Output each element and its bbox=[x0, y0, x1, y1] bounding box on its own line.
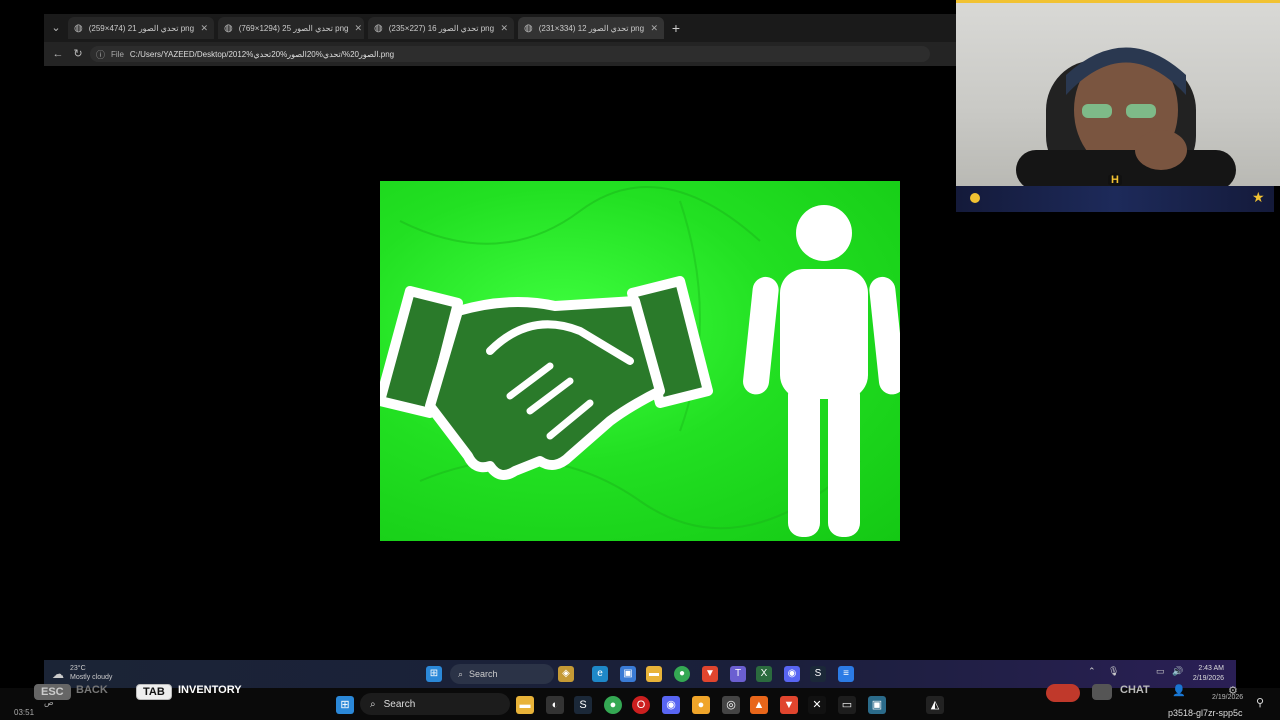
weather-widget[interactable]: ☁ 23°C Mostly cloudy bbox=[52, 664, 132, 684]
chat-label[interactable]: CHAT bbox=[1120, 684, 1150, 696]
close-icon[interactable]: ✕ bbox=[355, 23, 363, 34]
back-label[interactable]: BACK bbox=[76, 684, 108, 696]
store-icon[interactable]: ▣ bbox=[620, 666, 636, 682]
mic-icon[interactable]: 🎙 bbox=[1108, 666, 1119, 677]
x-icon[interactable]: ✕ bbox=[808, 696, 826, 714]
address-text: C:/Users/YAZEED/Desktop/2012%الصور20%/تح… bbox=[129, 49, 395, 59]
record-button[interactable] bbox=[1046, 684, 1080, 702]
github-icon[interactable]: ◐ bbox=[546, 696, 564, 714]
volume-icon[interactable]: 🔊 bbox=[1172, 666, 1183, 677]
close-icon[interactable]: ✕ bbox=[500, 23, 508, 34]
globe-icon: ◍ bbox=[74, 22, 83, 34]
id-text: p3518-gl7zr-spp5c bbox=[1168, 708, 1243, 718]
tab-4-active[interactable]: ◍ تحدي الصور 12 (334×231) png ✕ bbox=[518, 17, 664, 39]
tab-label: تحدي الصور 21 (474×259) png bbox=[88, 23, 195, 33]
inner-search-box[interactable]: ⌕ Search bbox=[450, 664, 554, 684]
handshake-person-illustration bbox=[380, 186, 900, 537]
app2-icon[interactable]: ▣ bbox=[868, 696, 886, 714]
globe-icon: ◍ bbox=[224, 22, 233, 34]
discord-icon[interactable]: ◉ bbox=[662, 696, 680, 714]
brave-icon[interactable]: ▼ bbox=[702, 666, 718, 682]
folder-icon[interactable]: ▬ bbox=[646, 666, 662, 682]
teams-icon[interactable]: T bbox=[730, 666, 746, 682]
outer-search-box[interactable]: ⌕ Search bbox=[360, 693, 510, 715]
globe-icon: ◍ bbox=[524, 22, 533, 34]
discord-icon[interactable]: ◉ bbox=[784, 666, 800, 682]
excel-icon[interactable]: X bbox=[756, 666, 772, 682]
streamer-camera bbox=[1016, 47, 1236, 186]
webcam-bar: ★ bbox=[956, 186, 1274, 212]
tab-label: تحدي الصور 12 (334×231) png bbox=[538, 23, 645, 33]
network-icon[interactable]: ▭ bbox=[1156, 666, 1165, 677]
browser-window: ⌄ ◍ تحدي الصور 21 (474×259) png ✕ ◍ تحدي… bbox=[44, 14, 956, 66]
outer-overlay-bar: 5:37 ص 03:51 ESC BACK TAB INVENTORY ⊞ ⌕ … bbox=[0, 684, 1280, 720]
coin-icon bbox=[970, 193, 980, 203]
weather-temp: 23°C bbox=[70, 665, 86, 672]
search-icon: ⌕ bbox=[458, 668, 464, 679]
address-bar[interactable]: ⓘ File C:/Users/YAZEED/Desktop/2012%الصو… bbox=[90, 46, 930, 62]
app-icon[interactable]: ● bbox=[692, 696, 710, 714]
back-arrow-icon[interactable]: ← bbox=[50, 46, 66, 62]
chrome-icon[interactable]: ● bbox=[674, 666, 690, 682]
search-icon: ⌕ bbox=[370, 698, 376, 710]
edge-icon[interactable]: e bbox=[592, 666, 608, 682]
chrome-icon[interactable]: ● bbox=[604, 696, 622, 714]
webcam-top-border bbox=[956, 0, 1280, 3]
opera-icon[interactable]: O bbox=[632, 696, 650, 714]
weather-desc: Mostly cloudy bbox=[70, 674, 113, 681]
steam-icon[interactable]: S bbox=[810, 666, 826, 682]
address-prefix: File bbox=[111, 49, 124, 59]
folder-icon[interactable]: ▬ bbox=[516, 696, 534, 714]
search-label: Search bbox=[383, 698, 416, 710]
brave-icon[interactable]: ▼ bbox=[780, 696, 798, 714]
close-icon[interactable]: ✕ bbox=[650, 23, 658, 34]
key-icon[interactable] bbox=[1092, 684, 1112, 700]
terminal-icon[interactable]: ▭ bbox=[838, 696, 856, 714]
displayed-image bbox=[380, 181, 900, 541]
cloud-icon: ☁ bbox=[52, 667, 64, 681]
tab-strip: ⌄ ◍ تحدي الصور 21 (474×259) png ✕ ◍ تحدي… bbox=[44, 14, 956, 42]
inner-date: 2/19/2026 bbox=[1192, 675, 1224, 682]
esc-key[interactable]: ESC bbox=[34, 684, 71, 700]
outer-date: 2/19/2026 bbox=[1212, 694, 1244, 701]
tab-label: تحدي الصور 25 (1294×769) png bbox=[238, 23, 349, 33]
outer-clock-a: 03:51 bbox=[14, 708, 35, 717]
reload-icon[interactable]: ↻ bbox=[70, 46, 86, 62]
webcam-overlay: H bbox=[956, 0, 1280, 186]
tab-key[interactable]: TAB bbox=[136, 684, 172, 700]
inner-clock[interactable]: 2:43 AM 2/19/2026 bbox=[1190, 664, 1224, 684]
app3-icon[interactable]: ◭ bbox=[926, 696, 944, 714]
close-icon[interactable]: ✕ bbox=[200, 23, 208, 34]
network-icon[interactable]: ⚲ bbox=[1256, 696, 1264, 709]
inner-time: 2:43 AM bbox=[1198, 665, 1224, 672]
tab-list-chevron-icon[interactable]: ⌄ bbox=[48, 20, 64, 36]
tab-1[interactable]: ◍ تحدي الصور 21 (474×259) png ✕ bbox=[68, 17, 214, 39]
star-icon: ★ bbox=[1252, 189, 1265, 205]
info-icon: ⓘ bbox=[96, 49, 106, 60]
inventory-label[interactable]: INVENTORY bbox=[178, 684, 242, 696]
tab-3[interactable]: ◍ تحدي الصور 16 (227×235) png ✕ bbox=[368, 17, 514, 39]
tray-chevron-icon[interactable]: ⌃ bbox=[1088, 666, 1096, 677]
user-icon[interactable]: 👤 bbox=[1172, 684, 1186, 697]
tab-2[interactable]: ◍ تحدي الصور 25 (1294×769) png ✕ bbox=[218, 17, 364, 39]
widget-icon[interactable]: ◈ bbox=[558, 666, 574, 682]
new-tab-button[interactable]: + bbox=[668, 19, 684, 37]
windows-start-icon[interactable]: ⊞ bbox=[426, 666, 442, 682]
globe-icon: ◍ bbox=[374, 22, 383, 34]
obs-icon[interactable]: ◎ bbox=[722, 696, 740, 714]
blender-icon[interactable]: ▲ bbox=[750, 696, 768, 714]
tab-label: تحدي الصور 16 (227×235) png bbox=[388, 23, 495, 33]
windows-start-icon[interactable]: ⊞ bbox=[336, 696, 354, 714]
search-label: Search bbox=[469, 669, 498, 679]
person-icon bbox=[743, 205, 900, 537]
handshake-icon bbox=[380, 276, 713, 480]
notepad-icon[interactable]: ≡ bbox=[838, 666, 854, 682]
steam-icon[interactable]: S bbox=[574, 696, 592, 714]
address-bar-row: ← ↻ ⓘ File C:/Users/YAZEED/Desktop/2012%… bbox=[44, 42, 956, 66]
